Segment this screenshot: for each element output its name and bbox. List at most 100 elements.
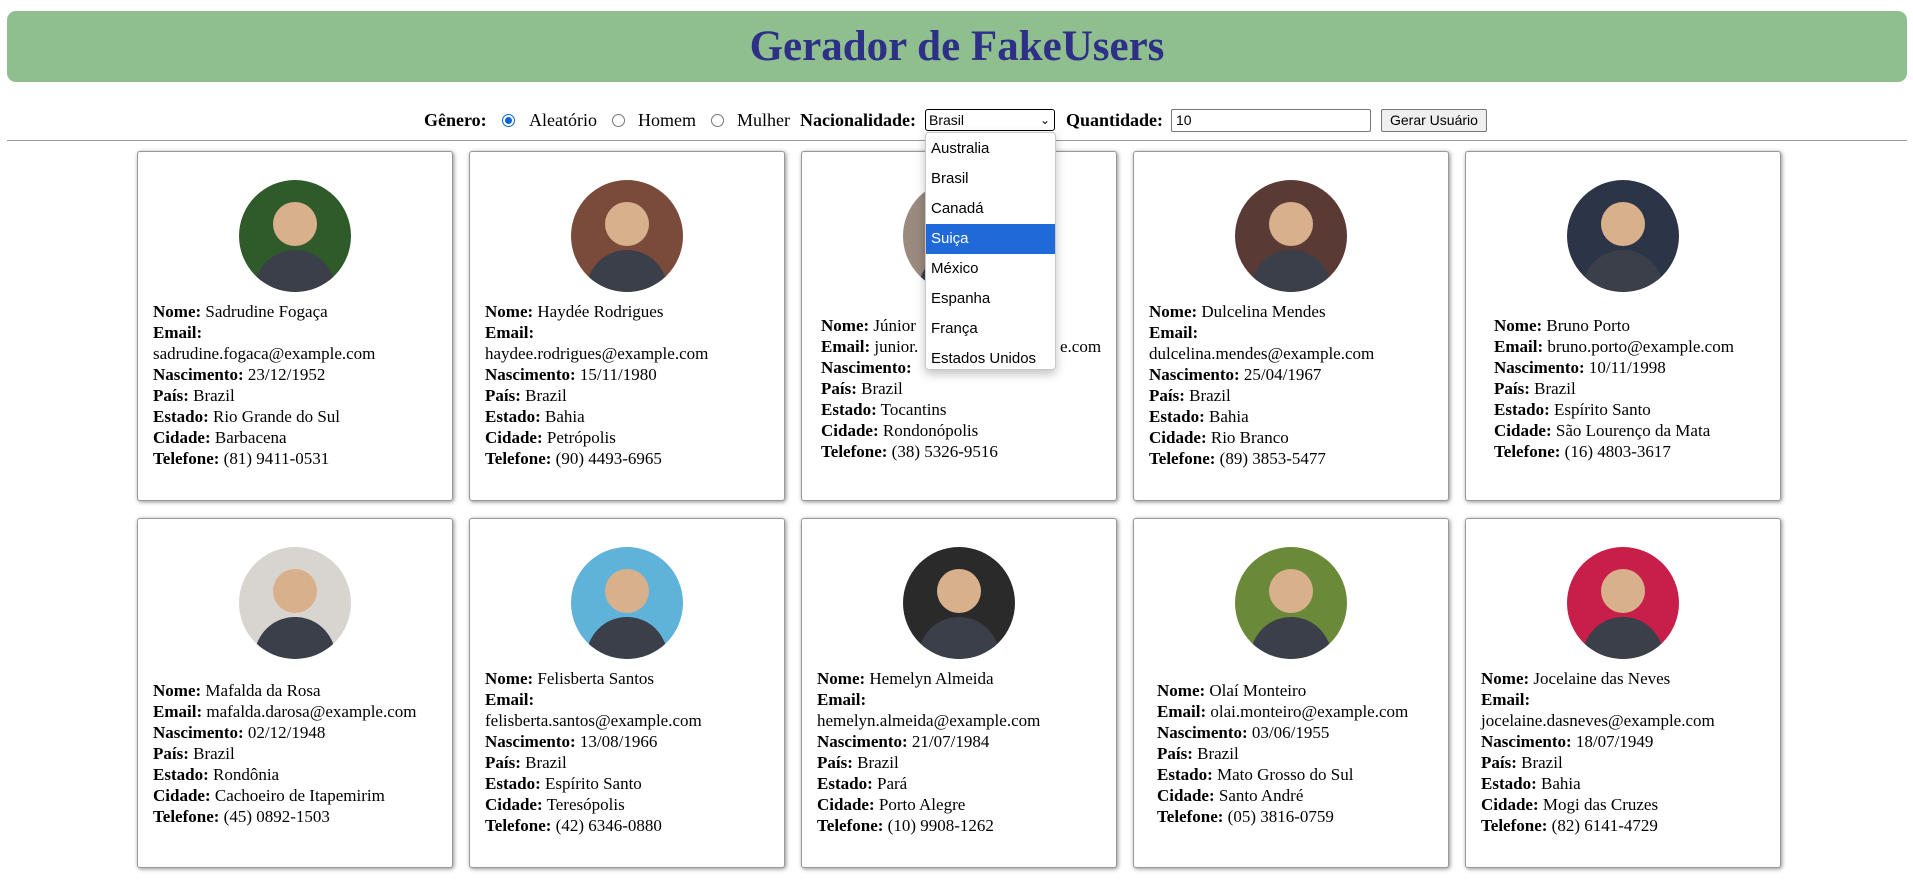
user-state: Estado: Bahia <box>1149 406 1374 427</box>
user-name-label: Nome: <box>817 669 866 688</box>
user-birth-label: Nascimento: <box>1149 365 1240 384</box>
nationality-option[interactable]: Australia <box>926 134 1055 164</box>
user-email-label: Email: <box>153 702 203 721</box>
user-email-value: mafalda.darosa@example.com <box>202 702 417 721</box>
user-state-value: Rondônia <box>208 765 280 784</box>
user-state-value: Espírito Santo <box>540 774 642 793</box>
nationality-option[interactable]: Brasil <box>926 164 1055 194</box>
user-name: Nome: Felisberta Santos <box>485 668 702 689</box>
user-name-label: Nome: <box>1494 316 1543 335</box>
user-email: Email: olai.monteiro@example.com <box>1157 701 1408 722</box>
user-info: Nome: Dulcelina Mendes Email: dulcelina.me… <box>1149 301 1374 469</box>
user-country-value: Brazil <box>188 744 235 763</box>
user-birth: Nascimento: 02/12/1948 <box>153 722 416 743</box>
user-state-label: Estado: <box>821 400 877 419</box>
user-name-label: Nome: <box>153 302 202 321</box>
user-email: Email: <box>485 322 708 343</box>
user-info: Nome: Hemelyn Almeida Email: hemelyn.almei… <box>817 668 1040 836</box>
user-city-label: Cidade: <box>821 421 879 440</box>
avatar <box>1235 547 1347 659</box>
user-city: Cidade: Barbacena <box>153 427 375 448</box>
user-name-value: Hemelyn Almeida <box>865 669 994 688</box>
nationality-select-value: Brasil <box>929 112 965 128</box>
quantity-input[interactable]: 10 <box>1171 109 1371 132</box>
user-birth-label: Nascimento: <box>153 365 244 384</box>
user-birth-label: Nascimento: <box>1494 358 1585 377</box>
user-state-label: Estado: <box>153 407 209 426</box>
nationality-option[interactable]: França <box>926 314 1055 344</box>
user-country-label: País: <box>1481 753 1517 772</box>
user-country-label: País: <box>1494 379 1530 398</box>
gender-radio-male[interactable] <box>612 114 625 127</box>
user-name: Nome: Haydée Rodrigues <box>485 301 708 322</box>
user-name-label: Nome: <box>485 302 534 321</box>
user-name: Nome: Olaí Monteiro <box>1157 680 1408 701</box>
user-phone: Telefone: (38) 5326-9516 <box>821 441 998 462</box>
gender-radio-female[interactable] <box>711 114 724 127</box>
user-country: País: Brazil <box>485 385 708 406</box>
user-phone-value: (38) 5326-9516 <box>887 442 998 461</box>
user-city-value: Rondonópolis <box>878 421 979 440</box>
gender-radio-random[interactable] <box>502 114 515 127</box>
gender-option-female-label[interactable]: Mulher <box>737 107 790 133</box>
user-country-label: País: <box>485 753 521 772</box>
user-name-label: Nome: <box>1481 669 1530 688</box>
generate-user-button[interactable]: Gerar Usuário <box>1381 109 1487 132</box>
user-email-label: Email: <box>1481 690 1531 709</box>
user-birth-value: 03/06/1955 <box>1247 723 1330 742</box>
nationality-select[interactable]: Brasil ⌄ <box>925 109 1055 131</box>
nationality-option[interactable]: México <box>926 254 1055 284</box>
user-state: Estado: Bahia <box>485 406 708 427</box>
user-phone-label: Telefone: <box>485 816 552 835</box>
user-name-value: Júnior <box>869 316 916 335</box>
user-phone-value: (45) 0892-1503 <box>219 807 330 826</box>
user-country: País: Brazil <box>485 752 702 773</box>
nationality-option[interactable]: Canadá <box>926 194 1055 224</box>
user-name-label: Nome: <box>1149 302 1198 321</box>
user-name-value: Haydée Rodrigues <box>533 302 664 321</box>
user-country-value: Brazil <box>1516 753 1563 772</box>
user-phone-value: (16) 4803-3617 <box>1560 442 1671 461</box>
user-birth: Nascimento: 18/07/1949 <box>1481 731 1715 752</box>
user-name-label: Nome: <box>1157 681 1206 700</box>
user-email-label: Email: <box>1149 323 1199 342</box>
page-title: Gerador de FakeUsers <box>749 23 1165 70</box>
user-email-value: bruno.porto@example.com <box>1543 337 1734 356</box>
user-country-value: Brazil <box>856 379 903 398</box>
user-phone-value: (05) 3816-0759 <box>1223 807 1334 826</box>
chevron-down-icon: ⌄ <box>1039 113 1050 127</box>
user-country-label: País: <box>1149 386 1185 405</box>
user-state-value: Rio Grande do Sul <box>208 407 341 426</box>
user-name: Nome: Hemelyn Almeida <box>817 668 1040 689</box>
user-birth: Nascimento: 23/12/1952 <box>153 364 375 385</box>
nationality-option[interactable]: Espanha <box>926 284 1055 314</box>
user-phone: Telefone: (05) 3816-0759 <box>1157 806 1408 827</box>
user-email: Email: bruno.porto@example.com <box>1494 336 1734 357</box>
user-city: Cidade: Rio Branco <box>1149 427 1374 448</box>
user-name: Nome: Sadrudine Fogaça <box>153 301 375 322</box>
user-state-value: Bahia <box>540 407 585 426</box>
user-birth-value: 18/07/1949 <box>1571 732 1654 751</box>
user-phone-value: (89) 3853-5477 <box>1215 449 1326 468</box>
user-city-label: Cidade: <box>153 786 211 805</box>
user-phone-value: (82) 6141-4729 <box>1547 816 1658 835</box>
nationality-option-highlighted[interactable]: Suiça <box>926 224 1055 254</box>
nationality-dropdown-list[interactable]: Australia Brasil Canadá Suiça México Esp… <box>925 132 1056 370</box>
quantity-label: Quantidade: <box>1066 110 1164 130</box>
nationality-option[interactable]: Estados Unidos <box>926 344 1055 374</box>
gender-option-male-label[interactable]: Homem <box>638 107 696 133</box>
user-country-label: País: <box>817 753 853 772</box>
user-email-value: felisberta.santos@example.com <box>485 711 702 730</box>
user-city: Cidade: Porto Alegre <box>817 794 1040 815</box>
user-info: Nome: Felisberta Santos Email: felisberta.… <box>485 668 702 836</box>
user-state-label: Estado: <box>1149 407 1205 426</box>
user-city-label: Cidade: <box>485 428 543 447</box>
user-email-value: olai.monteiro@example.com <box>1206 702 1409 721</box>
user-city-label: Cidade: <box>1157 786 1215 805</box>
gender-option-random-label[interactable]: Aleatório <box>529 107 597 133</box>
user-name-value: Mafalda da Rosa <box>201 681 321 700</box>
user-country-value: Brazil <box>1192 744 1239 763</box>
user-state-label: Estado: <box>1494 400 1550 419</box>
user-phone-label: Telefone: <box>821 442 888 461</box>
nationality-label: Nacionalidade: <box>800 110 917 130</box>
